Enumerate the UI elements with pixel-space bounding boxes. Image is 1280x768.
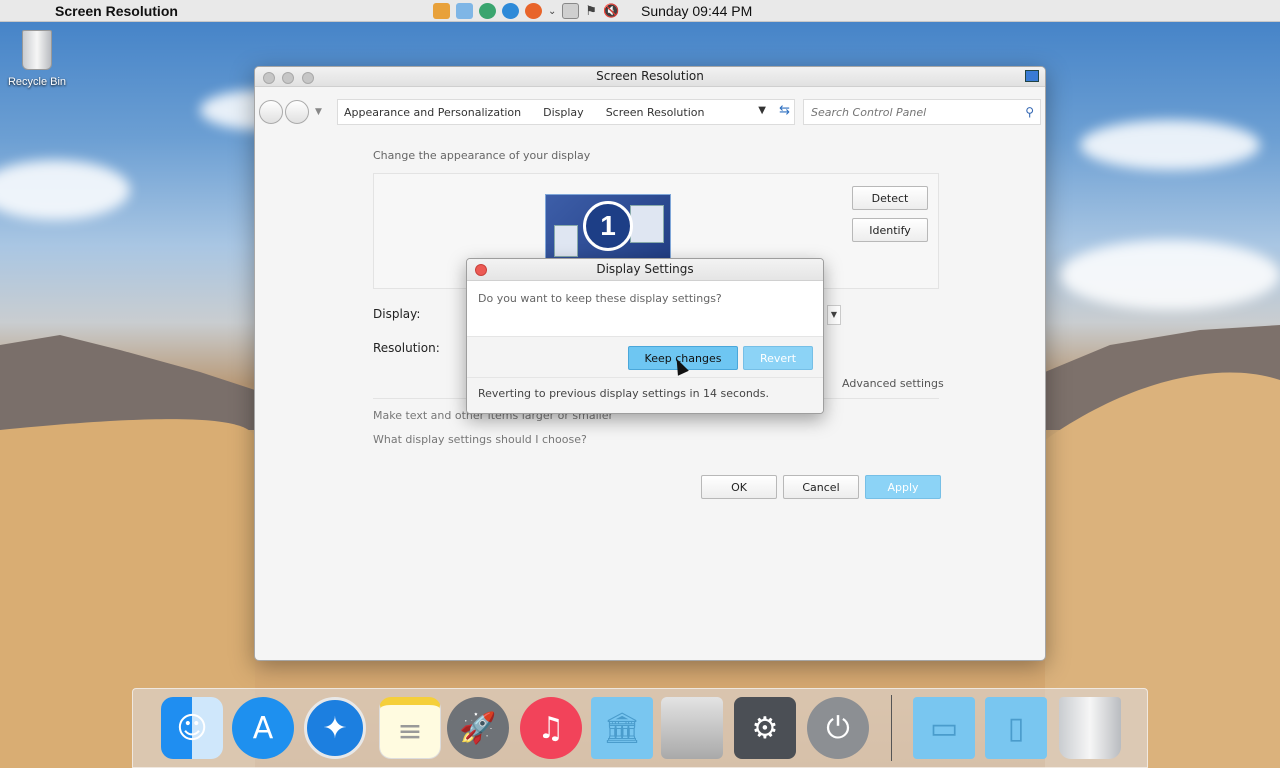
dialog-question: Do you want to keep these display settin… — [478, 292, 722, 305]
trash-icon[interactable] — [1059, 697, 1121, 759]
breadcrumb-appearance[interactable]: Appearance and Personalization — [344, 106, 521, 119]
notes-icon[interactable]: ≡ — [379, 697, 441, 759]
safari-icon[interactable]: ✦ — [304, 697, 366, 759]
display-label: Display: — [373, 307, 421, 321]
search-box: ⚲ — [803, 99, 1041, 125]
power-icon[interactable]: ⏻ — [807, 697, 869, 759]
finder-icon[interactable]: ☺ — [161, 697, 223, 759]
chevron-down-icon[interactable]: ▼ — [758, 105, 766, 116]
window-titlebar[interactable]: Screen Resolution — [255, 67, 1045, 87]
identify-button[interactable]: Identify — [852, 218, 928, 242]
dialog-title: Display Settings — [596, 262, 694, 276]
back-button[interactable] — [259, 100, 283, 124]
clipboard-icon[interactable] — [562, 3, 580, 19]
breadcrumb: Appearance and Personalization Display S… — [337, 99, 795, 125]
chat-icon[interactable] — [479, 3, 496, 19]
breadcrumb-screen-resolution[interactable]: Screen Resolution — [606, 106, 705, 119]
address-bar: ▼ Appearance and Personalization Display… — [255, 97, 1045, 127]
resolution-label: Resolution: — [373, 341, 440, 355]
trash-icon — [22, 30, 52, 70]
search-input[interactable] — [811, 105, 1011, 119]
chevron-down-icon[interactable]: ⌄ — [548, 6, 556, 17]
display-icon — [1025, 70, 1039, 82]
display-settings-dialog: Display Settings Do you want to keep the… — [466, 258, 824, 414]
apply-button[interactable]: Apply — [865, 475, 941, 499]
recycle-bin-desktop-icon[interactable]: Recycle Bin — [5, 30, 69, 88]
app-store-icon[interactable]: A — [232, 697, 294, 759]
launchpad-icon[interactable]: 🚀 — [447, 697, 509, 759]
page-heading: Change the appearance of your display — [373, 149, 591, 162]
cancel-button[interactable]: Cancel — [783, 475, 859, 499]
volume-icon[interactable]: 🔇 — [603, 4, 619, 19]
detect-button[interactable]: Detect — [852, 186, 928, 210]
ok-button[interactable]: OK — [701, 475, 777, 499]
edge-icon[interactable] — [502, 3, 519, 19]
forward-button[interactable] — [285, 100, 309, 124]
revert-button[interactable]: Revert — [743, 346, 813, 370]
clock[interactable]: Sunday 09:44 PM — [641, 3, 752, 19]
flag-icon[interactable]: ⚑ — [585, 4, 597, 19]
media-player-icon[interactable] — [433, 3, 450, 19]
app-title[interactable]: Screen Resolution — [55, 3, 178, 19]
music-icon[interactable]: ♫ — [520, 697, 582, 759]
mac-pro-icon[interactable] — [661, 697, 723, 759]
system-tray: ⌄ ⚑ 🔇 — [433, 3, 619, 19]
display-help-link[interactable]: What display settings should I choose? — [373, 433, 587, 446]
display-dropdown[interactable]: ▼ — [827, 305, 841, 325]
system-preferences-icon[interactable]: ⚙ — [734, 697, 796, 759]
refresh-icon[interactable]: ⇆ — [779, 103, 790, 118]
menu-bar: Screen Resolution ⌄ ⚑ 🔇 Sunday 09:44 PM — [0, 0, 1280, 22]
countdown-status: Reverting to previous display settings i… — [467, 378, 823, 413]
dock: ☺ A ✦ ≡ 🚀 ♫ 🏛 ⚙ ⏻ ▭ ▯ — [132, 688, 1148, 768]
documents-folder-icon[interactable]: ▯ — [985, 697, 1047, 759]
dock-separator — [891, 695, 892, 761]
dialog-titlebar[interactable]: Display Settings — [467, 259, 823, 281]
monitor-thumbnail[interactable]: 1 — [545, 194, 671, 260]
history-dropdown-icon[interactable]: ▼ — [315, 107, 322, 117]
network-icon[interactable] — [456, 3, 473, 19]
window-title: Screen Resolution — [596, 69, 704, 83]
monitor-number: 1 — [583, 201, 633, 251]
recycle-bin-label: Recycle Bin — [7, 76, 67, 88]
mini-window — [554, 225, 578, 257]
search-icon[interactable]: ⚲ — [1025, 105, 1034, 119]
breadcrumb-display[interactable]: Display — [543, 106, 584, 119]
applications-folder-icon[interactable]: 🏛 — [591, 697, 653, 759]
mini-window — [630, 205, 664, 243]
firefox-icon[interactable] — [525, 3, 542, 19]
folder-icon[interactable]: ▭ — [913, 697, 975, 759]
dialog-button-bar: Keep changes Revert — [467, 336, 823, 378]
advanced-settings-link[interactable]: Advanced settings — [842, 377, 944, 390]
